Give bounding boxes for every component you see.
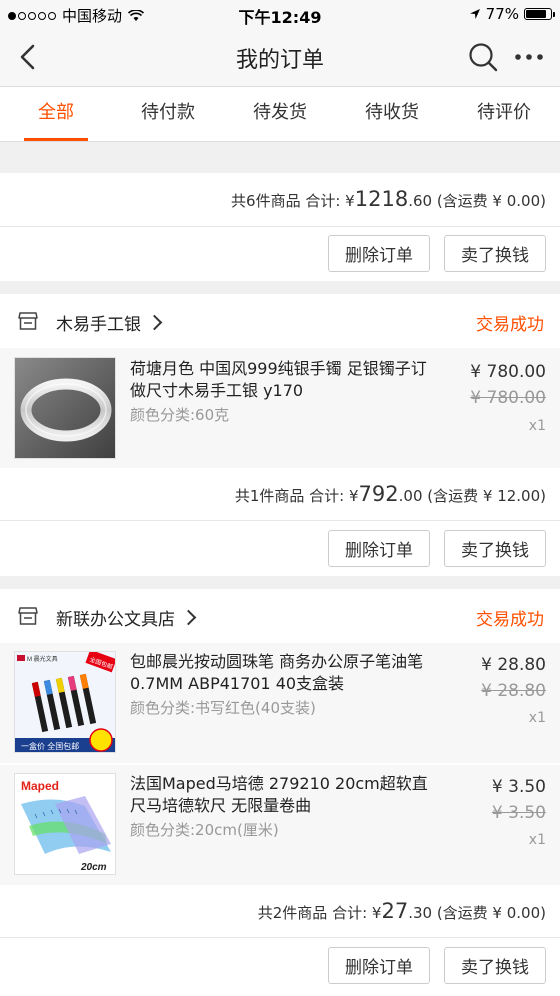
product-quantity: x1	[528, 418, 546, 434]
delete-order-button[interactable]: 删除订单	[328, 530, 430, 567]
product-thumbnail[interactable]: M 晨光文具 全国包邮 一盒价 全国包邮	[14, 651, 116, 753]
order-status: 交易成功	[476, 315, 544, 335]
tab-pending-receipt[interactable]: 待收货	[336, 87, 448, 141]
svg-text:M 晨光文具: M 晨光文具	[27, 655, 58, 663]
more-icon[interactable]	[512, 42, 546, 72]
product-title: 荷塘月色 中国风999纯银手镯 足银镯子订做尺寸木易手工银 y170	[130, 359, 427, 400]
battery-percent: 77%	[485, 5, 519, 23]
order-actions: 删除订单 卖了换钱	[328, 947, 546, 984]
product-sku: 颜色分类:60克	[130, 406, 230, 424]
order-actions: 删除订单 卖了换钱	[328, 530, 546, 567]
product-price: ¥ 28.80	[481, 655, 546, 675]
store-icon	[18, 312, 38, 330]
svg-text:一盒价 全国包邮: 一盒价 全国包邮	[21, 741, 79, 751]
delete-order-button[interactable]: 删除订单	[328, 947, 430, 984]
svg-text:Maped: Maped	[21, 779, 59, 793]
order-total: 792	[358, 482, 399, 506]
product-thumbnail[interactable]	[14, 357, 116, 459]
shop-header[interactable]: 新联办公文具店 交易成功	[0, 589, 560, 643]
divider	[0, 520, 560, 521]
location-arrow-icon	[469, 9, 480, 19]
sell-button[interactable]: 卖了换钱	[444, 947, 546, 984]
product-sku: 颜色分类:20cm(厘米)	[130, 821, 279, 839]
status-bar: 中国移动 下午12:49 77%	[0, 0, 560, 28]
product-original-price: ¥ 3.50	[491, 803, 546, 823]
product-quantity: x1	[528, 832, 546, 848]
tab-pending-payment[interactable]: 待付款	[112, 87, 224, 141]
product-price: ¥ 3.50	[491, 777, 546, 797]
delete-order-button[interactable]: 删除订单	[328, 235, 430, 272]
product-price: ¥ 780.00	[470, 362, 546, 382]
order-status: 交易成功	[476, 610, 544, 630]
nav-bar: 我的订单	[0, 28, 560, 87]
product-thumbnail[interactable]: Maped 20cm	[14, 773, 116, 875]
order-total: 27	[381, 899, 409, 923]
shop-header[interactable]: 木易手工银 交易成功	[0, 294, 560, 348]
divider	[0, 937, 560, 938]
sell-button[interactable]: 卖了换钱	[444, 530, 546, 567]
chevron-right-icon	[180, 609, 197, 626]
order-summary: 共1件商品 合计: ¥792.00 (含运费 ¥ 12.00)	[234, 482, 546, 506]
tab-pending-shipment[interactable]: 待发货	[224, 87, 336, 141]
product-original-price: ¥ 780.00	[470, 388, 546, 408]
order-card: 木易手工银 交易成功 荷塘月色 中国风999纯银手镯 足银镯子订做尺寸木易手工银…	[0, 294, 560, 576]
product-quantity: x1	[528, 710, 546, 726]
order-card: 共6件商品 合计: ¥1218.60 (含运费 ¥ 0.00) 删除订单 卖了换…	[0, 173, 560, 281]
store-icon	[18, 607, 38, 625]
sell-button[interactable]: 卖了换钱	[444, 235, 546, 272]
divider	[0, 226, 560, 227]
status-right: 77%	[469, 5, 555, 23]
svg-text:20cm: 20cm	[80, 862, 107, 873]
order-summary: 共2件商品 合计: ¥27.30 (含运费 ¥ 0.00)	[257, 899, 546, 923]
search-icon[interactable]	[468, 42, 498, 72]
order-card: 新联办公文具店 交易成功 M 晨光文具 全国包邮 一盒价 全国包邮 包邮晨光按动…	[0, 589, 560, 996]
order-actions: 删除订单 卖了换钱	[328, 235, 546, 272]
battery-icon	[524, 8, 555, 20]
shop-name: 新联办公文具店	[56, 610, 175, 630]
tab-all[interactable]: 全部	[0, 87, 112, 141]
order-tabs: 全部 待付款 待发货 待收货 待评价	[0, 87, 560, 142]
order-item[interactable]: 荷塘月色 中国风999纯银手镯 足银镯子订做尺寸木易手工银 y170 颜色分类:…	[0, 348, 560, 468]
tab-pending-review[interactable]: 待评价	[448, 87, 560, 141]
order-item[interactable]: Maped 20cm 法国Maped马培德 279210 20cm超软直尺马培德…	[0, 765, 560, 885]
product-title: 法国Maped马培德 279210 20cm超软直尺马培德软尺 无限量卷曲	[130, 774, 428, 815]
order-summary: 共6件商品 合计: ¥1218.60 (含运费 ¥ 0.00)	[231, 187, 546, 211]
product-original-price: ¥ 28.80	[481, 681, 546, 701]
order-total: 1218	[354, 187, 409, 211]
chevron-right-icon	[146, 314, 163, 331]
shop-name: 木易手工银	[56, 315, 141, 335]
product-title: 包邮晨光按动圆珠笔 商务办公原子笔油笔0.7MM ABP41701 40支盒装	[130, 652, 424, 693]
order-item[interactable]: M 晨光文具 全国包邮 一盒价 全国包邮 包邮晨光按动圆珠笔 商务办公原子笔油笔…	[0, 643, 560, 763]
product-sku: 颜色分类:书写红色(40支装)	[130, 699, 316, 717]
